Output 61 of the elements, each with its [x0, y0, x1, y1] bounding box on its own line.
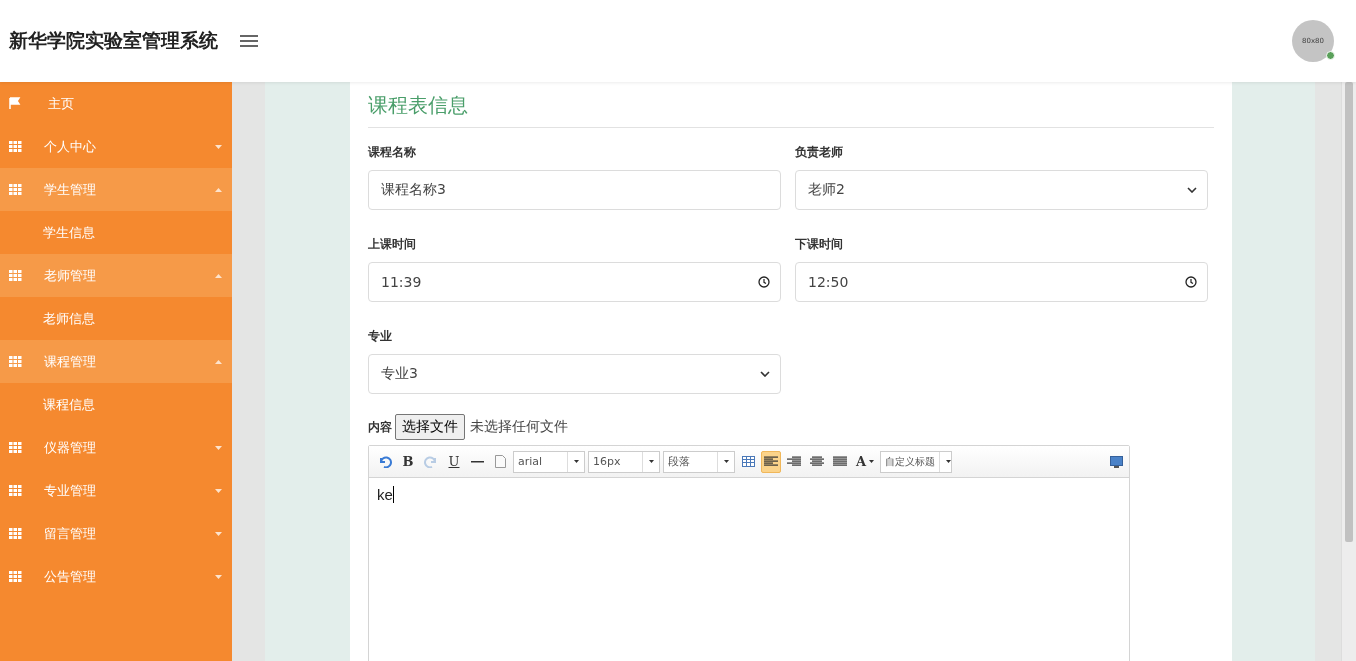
- caret-down-icon: [945, 460, 951, 463]
- caret-up-icon: [215, 359, 222, 364]
- clock-icon: [1185, 276, 1197, 288]
- choose-file-button[interactable]: 选择文件: [395, 414, 465, 440]
- grid-icon: [9, 270, 22, 281]
- align-left-icon[interactable]: [764, 456, 778, 467]
- align-justify-icon[interactable]: [833, 456, 847, 467]
- clock-icon: [758, 276, 770, 288]
- grid-icon: [9, 528, 22, 539]
- align-center-icon[interactable]: [810, 456, 824, 467]
- caret-up-icon: [215, 187, 222, 192]
- caret-down-icon: [215, 144, 222, 149]
- caret-up-icon: [215, 273, 222, 278]
- scrollbar[interactable]: [1341, 82, 1356, 661]
- app-title: 新华学院实验室管理系统: [9, 28, 218, 53]
- grid-icon: [9, 571, 22, 582]
- caret-down-icon: [215, 531, 222, 536]
- caret-down-icon: [215, 488, 222, 493]
- underline-button[interactable]: U: [444, 450, 464, 473]
- rich-text-editor[interactable]: B U arial 16px 段落 A 自定义标题 ke: [368, 445, 1130, 661]
- caret-down-icon: [215, 445, 222, 450]
- time-input-field[interactable]: 12:50: [795, 262, 1208, 302]
- caret-down-icon: [869, 460, 875, 463]
- file-status-text: 未选择任何文件: [470, 418, 568, 436]
- undo-icon[interactable]: [378, 455, 392, 468]
- editor-content[interactable]: ke: [369, 478, 1129, 661]
- bold-button[interactable]: B: [398, 450, 418, 473]
- field-label: 课程名称: [368, 144, 417, 161]
- field-label: 下课时间: [795, 236, 844, 253]
- select-dropdown[interactable]: 专业3: [368, 354, 781, 394]
- toolbar-dropdown[interactable]: arial: [513, 450, 585, 473]
- horizontal-rule-icon[interactable]: [470, 460, 484, 463]
- chevron-down-icon: [760, 371, 770, 377]
- caret-down-icon: [648, 460, 654, 463]
- time-input-field[interactable]: 11:39: [368, 262, 781, 302]
- toolbar-dropdown[interactable]: 段落: [663, 450, 735, 473]
- form-title: 课程表信息: [368, 90, 1214, 128]
- grid-icon: [9, 356, 22, 367]
- caret-down-icon: [215, 574, 222, 579]
- flag-icon: [9, 97, 21, 110]
- grid-icon: [9, 485, 22, 496]
- field-label: 内容: [368, 418, 392, 436]
- text-input-field[interactable]: 课程名称3: [368, 170, 781, 210]
- field-label: 专业: [368, 328, 393, 345]
- grid-icon: [9, 141, 22, 152]
- font-color-button[interactable]: A: [853, 450, 878, 473]
- caret-down-icon: [723, 460, 729, 463]
- caret-down-icon: [573, 460, 579, 463]
- select-dropdown[interactable]: 老师2: [795, 170, 1208, 210]
- field-label: 上课时间: [368, 236, 417, 253]
- toolbar-dropdown[interactable]: 自定义标题: [880, 450, 953, 473]
- field-label: 负责老师: [795, 144, 844, 161]
- chevron-down-icon: [1187, 187, 1197, 193]
- table-icon[interactable]: [741, 456, 755, 467]
- align-right-icon[interactable]: [787, 456, 801, 467]
- menu-icon[interactable]: [240, 34, 258, 48]
- document-icon[interactable]: [494, 455, 506, 468]
- grid-icon: [9, 184, 22, 195]
- toolbar-dropdown[interactable]: 16px: [588, 450, 660, 473]
- monitor-icon[interactable]: [1110, 455, 1123, 468]
- grid-icon: [9, 442, 22, 453]
